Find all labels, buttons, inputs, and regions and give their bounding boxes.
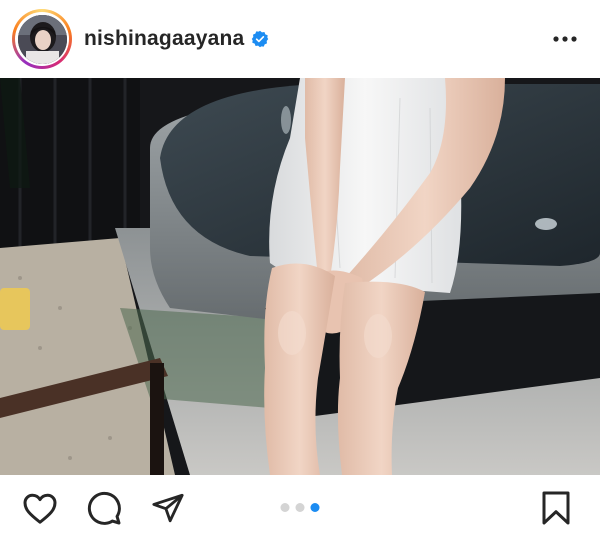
paper-plane-icon[interactable] (148, 488, 188, 528)
comment-icon[interactable] (84, 488, 124, 528)
username-block: nishinagaayana (84, 27, 269, 51)
post-image[interactable] (0, 78, 600, 475)
username[interactable]: nishinagaayana (84, 27, 244, 51)
carousel-dot-active (310, 503, 320, 512)
carousel-dot (280, 503, 290, 512)
more-horizontal-icon[interactable] (552, 26, 578, 52)
heart-icon[interactable] (20, 488, 60, 528)
carousel-dot (295, 503, 305, 512)
post-header: nishinagaayana (0, 0, 600, 78)
instagram-post: nishinagaayana (0, 0, 600, 540)
action-bar (0, 475, 600, 540)
verified-badge-icon (251, 30, 269, 48)
bookmark-icon[interactable] (538, 488, 574, 528)
story-ring[interactable] (12, 9, 72, 69)
avatar-border (15, 12, 69, 66)
carousel-indicator (280, 503, 320, 512)
avatar[interactable] (17, 14, 67, 64)
